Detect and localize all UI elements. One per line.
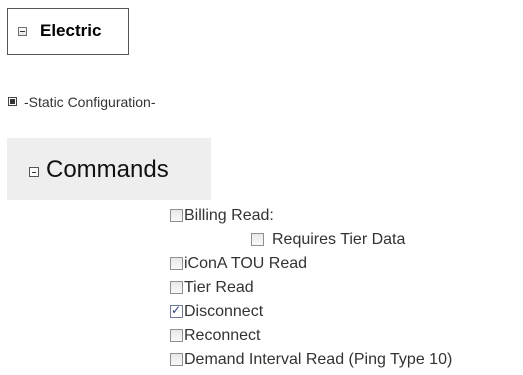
checkmark-icon: ✓ [171,303,182,317]
billing-read-label: Billing Read: [184,207,274,224]
icona-tou-read-label: iConA TOU Read [184,255,308,272]
demand-interval-read-label: Demand Interval Read (Ping Type 10) [184,351,453,368]
reconnect-label: Reconnect [184,327,261,344]
tier-read-label: Tier Read [184,279,254,296]
disconnect-label: Disconnect [184,303,264,320]
tier-read-checkbox[interactable] [170,281,183,294]
section-title-electric: Electric [40,21,102,40]
icona-tou-read-checkbox[interactable] [170,257,183,270]
requires-tier-data-checkbox[interactable] [251,233,264,246]
collapse-icon[interactable] [18,27,27,36]
disconnect-checkbox[interactable]: ✓ [170,303,183,318]
requires-tier-data-label: Requires Tier Data [272,231,406,248]
reconnect-checkbox[interactable] [170,329,183,342]
section-title-commands: Commands [46,156,169,183]
commands-section-header[interactable]: Commands [7,138,211,200]
collapse-icon[interactable] [29,167,39,177]
electric-section-header[interactable]: Electric [7,8,129,55]
expand-icon[interactable] [8,97,17,106]
billing-read-checkbox[interactable] [170,209,183,222]
demand-interval-read-checkbox[interactable] [170,353,183,366]
static-configuration-label: -Static Configuration- [24,94,156,110]
